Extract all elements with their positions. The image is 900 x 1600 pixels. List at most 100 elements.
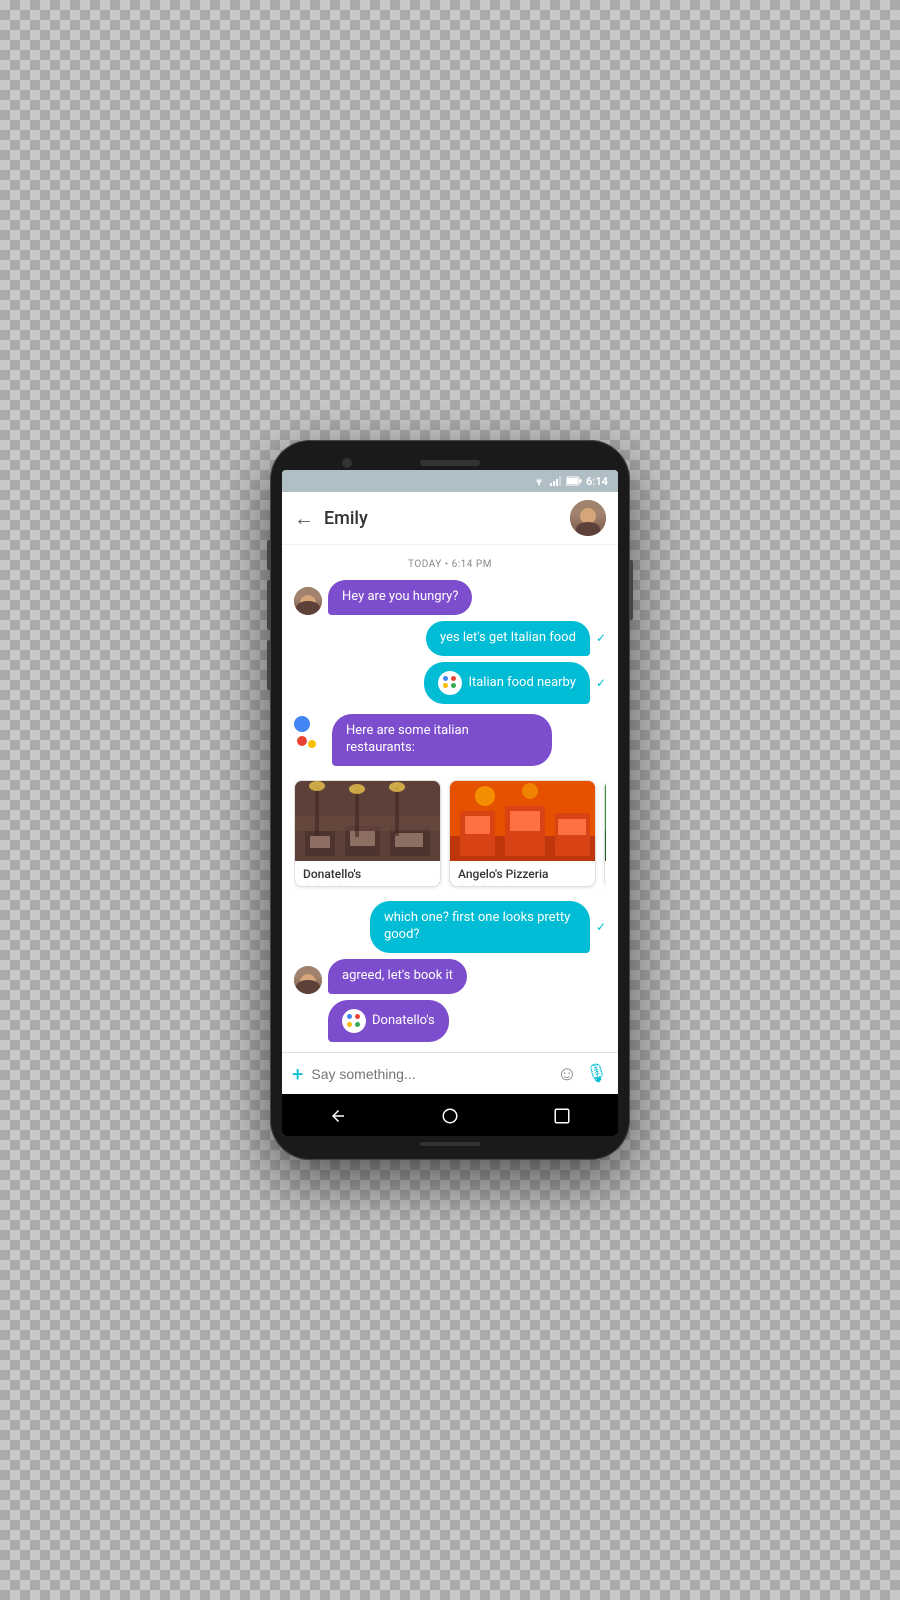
input-bar: + ☺ 🎙 [282, 1052, 618, 1094]
google-dots [443, 676, 457, 690]
message-row: agreed, let's book it [294, 959, 606, 994]
star-3: ★ [325, 883, 335, 888]
phone-bottom-bar [282, 1136, 618, 1148]
assistant-donatello-row: Donatello's [294, 1000, 606, 1042]
star-1: ★ [303, 883, 313, 888]
star-5: ★ [347, 883, 357, 888]
bubble-text: Hey are you hungry? [342, 589, 458, 604]
dot-red [355, 1014, 360, 1019]
earpiece-speaker [420, 460, 480, 466]
chat-area: TODAY • 6:14 PM Hey are you hungry? yes … [282, 545, 618, 1052]
back-nav-button[interactable] [326, 1104, 350, 1128]
power-button [630, 560, 633, 620]
back-nav-icon [329, 1107, 347, 1125]
dot-blue [443, 676, 448, 681]
assistant-bubble: Here are some italian restaurants: [332, 714, 552, 766]
restaurant-interior-3 [605, 781, 606, 861]
status-time: 6:14 [586, 475, 608, 488]
read-receipt: ✓ [596, 631, 606, 645]
restaurant-image [295, 781, 440, 861]
front-camera [342, 458, 352, 468]
volume-down-button [267, 580, 270, 630]
phone-device: 6:14 ← Emily TODAY • 6:14 PM Hey are you… [270, 440, 630, 1160]
star-4: ★ [491, 883, 501, 888]
restaurant-cards[interactable]: Donatello's ★ ★ ★ ★ ★ $$ • 0.1 mi Italia… [294, 780, 606, 892]
read-receipt: ✓ [596, 676, 606, 690]
status-icons: 6:14 [532, 475, 608, 488]
home-nav-icon [441, 1107, 459, 1125]
emoji-button[interactable]: ☺ [557, 1061, 577, 1086]
restaurant-interior-1 [295, 781, 440, 861]
assistant-donatello-bubble: Donatello's [328, 1000, 449, 1042]
restaurant-card[interactable]: Paolo's Piz ★ ★ ★ ★ Italian [604, 780, 606, 888]
avatar-face [570, 500, 606, 536]
camera-button [267, 640, 270, 690]
assistant-teal-bubble: Italian food nearby [424, 662, 590, 704]
contact-name: Emily [324, 508, 560, 529]
restaurant-image [450, 781, 595, 861]
home-nav-button[interactable] [438, 1104, 462, 1128]
star-1: ★ [458, 883, 468, 888]
assistant-bubble-container: Italian food nearby ✓ [294, 662, 606, 704]
dot-red [451, 676, 456, 681]
phone-top-bar [282, 452, 618, 470]
big-dot-blue [294, 716, 310, 732]
bubble-text: Italian food nearby [468, 675, 576, 690]
star-4: ★ [336, 883, 346, 888]
restaurant-name: Donatello's [303, 867, 432, 881]
bubble-text: yes let's get Italian food [440, 630, 576, 645]
avatar-face-small [294, 966, 322, 994]
restaurant-card[interactable]: Angelo's Pizzeria ★ ★ ★ ★ ★ $ • 0.3 mi I… [449, 780, 596, 888]
contact-avatar[interactable] [570, 500, 606, 536]
recents-nav-icon [553, 1107, 571, 1125]
big-dot-red [297, 736, 307, 746]
status-bar: 6:14 [282, 470, 618, 492]
dot-blue [347, 1014, 352, 1019]
dot-green [355, 1022, 360, 1027]
star-5: ★ [502, 883, 512, 888]
read-receipt: ✓ [596, 920, 606, 934]
google-assistant-large-icon [294, 716, 326, 748]
restaurant-interior-2 [450, 781, 595, 861]
bottom-nav [282, 1094, 618, 1136]
chat-timestamp: TODAY • 6:14 PM [294, 559, 606, 570]
card-body: Paolo's Piz ★ ★ ★ ★ Italian [605, 861, 606, 888]
star-rating: ★ ★ ★ ★ ★ [303, 883, 432, 888]
message-input[interactable] [311, 1066, 548, 1082]
message-row-right: which one? first one looks pretty good? … [294, 901, 606, 953]
bubble-text: Here are some italian restaurants: [346, 723, 538, 757]
recents-nav-button[interactable] [550, 1104, 574, 1128]
restaurant-image [605, 781, 606, 861]
dot-green [451, 683, 456, 688]
add-button[interactable]: + [292, 1062, 303, 1086]
google-assistant-icon [438, 671, 462, 695]
dot-yellow [443, 683, 448, 688]
bottom-indicator [420, 1142, 480, 1146]
sender-avatar [294, 587, 322, 615]
wifi-icon [532, 476, 546, 486]
star-2: ★ [314, 883, 324, 888]
message-row: Hey are you hungry? [294, 580, 606, 615]
google-dots-small [347, 1014, 361, 1028]
app-header: ← Emily [282, 492, 618, 545]
bubble-text: agreed, let's book it [342, 968, 453, 983]
restaurant-card[interactable]: Donatello's ★ ★ ★ ★ ★ $$ • 0.1 mi Italia… [294, 780, 441, 888]
star-2: ★ [469, 883, 479, 888]
avatar-face-small [294, 587, 322, 615]
assistant-row: Here are some italian restaurants: [294, 714, 606, 766]
battery-icon [566, 476, 582, 486]
star-rating: ★ ★ ★ ★ ★ [458, 883, 587, 888]
restaurant-name: Angelo's Pizzeria [458, 867, 587, 881]
chat-bubble-sent: which one? first one looks pretty good? [370, 901, 590, 953]
phone-screen: 6:14 ← Emily TODAY • 6:14 PM Hey are you… [282, 470, 618, 1136]
chat-bubble: Hey are you hungry? [328, 580, 472, 615]
signal-icon [550, 476, 562, 486]
sender-avatar [294, 966, 322, 994]
mic-button[interactable]: 🎙 [585, 1063, 608, 1084]
big-dot-yellow [308, 740, 316, 748]
chat-bubble: agreed, let's book it [328, 959, 467, 994]
back-button[interactable]: ← [294, 506, 314, 531]
card-body: Donatello's ★ ★ ★ ★ ★ $$ • 0.1 mi Italia… [295, 861, 440, 888]
bubble-text: which one? first one looks pretty good? [384, 910, 570, 942]
message-row-right: yes let's get Italian food ✓ [294, 621, 606, 656]
